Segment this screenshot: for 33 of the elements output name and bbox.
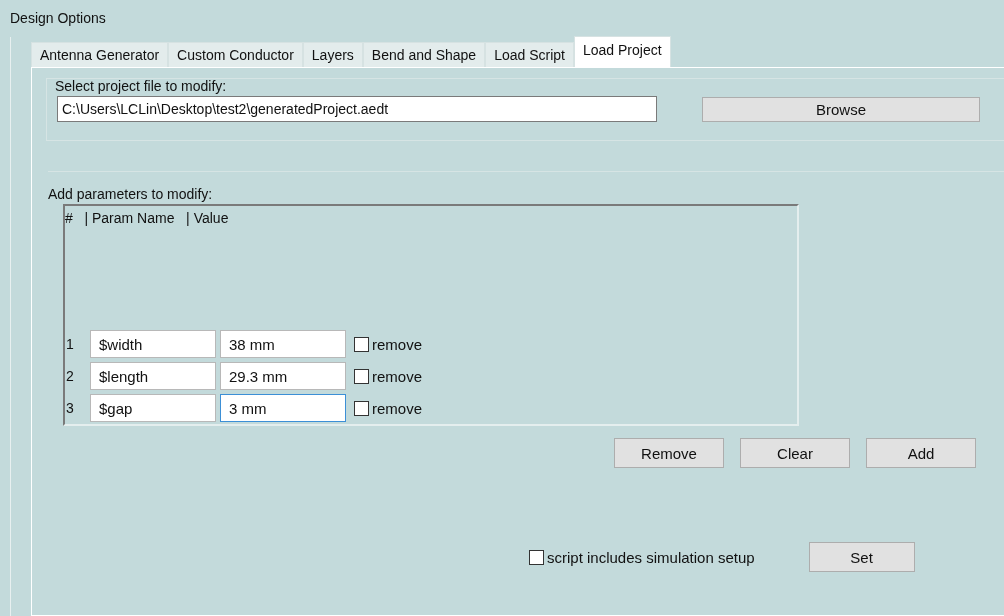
checkbox[interactable] [529, 549, 544, 565]
action-button[interactable]: Clear [740, 438, 850, 468]
remove-checkbox[interactable]: remove [354, 367, 423, 385]
tab[interactable]: Custom Conductor [168, 42, 303, 68]
group-label: Select project file to modify: [55, 78, 228, 94]
param-value-field[interactable]: 29.3 mm [220, 362, 346, 390]
set-button[interactable]: Set [808, 542, 915, 572]
window-title: Design Options [10, 10, 107, 26]
checkbox[interactable] [354, 368, 369, 384]
simulation-setup-checkbox[interactable]: script includes simulation setup [529, 548, 755, 566]
action-button[interactable]: Add [866, 438, 976, 468]
param-value-field[interactable]: 38 mm [220, 330, 346, 358]
group-label: Add parameters to modify: [48, 171, 1004, 202]
row-number: 3 [65, 400, 75, 416]
action-button[interactable]: Remove [614, 438, 724, 468]
row-number: 1 [65, 336, 75, 352]
remove-checkbox[interactable]: remove [354, 335, 423, 353]
checkbox[interactable] [354, 400, 369, 416]
row-number: 2 [65, 368, 75, 384]
tab[interactable]: Antenna Generator [31, 42, 169, 68]
checkbox[interactable] [354, 336, 369, 352]
tab[interactable]: Load Script [485, 42, 574, 68]
param-name-field[interactable]: $length [90, 362, 216, 390]
param-name-field[interactable]: $width [90, 330, 216, 358]
file-path-field[interactable]: C:\Users\LCLin\Desktop\test2\generatedProject.aedt [57, 96, 657, 122]
tab[interactable]: Layers [302, 42, 363, 68]
list-header: # | Param Name | Value [65, 210, 230, 226]
tab[interactable]: Load Project [574, 36, 671, 67]
remove-checkbox[interactable]: remove [354, 399, 423, 417]
tab[interactable]: Bend and Shape [362, 42, 486, 68]
param-value-field[interactable]: 3 mm [220, 394, 346, 422]
param-name-field[interactable]: $gap [90, 394, 216, 422]
browse-button[interactable]: Browse [702, 96, 980, 122]
